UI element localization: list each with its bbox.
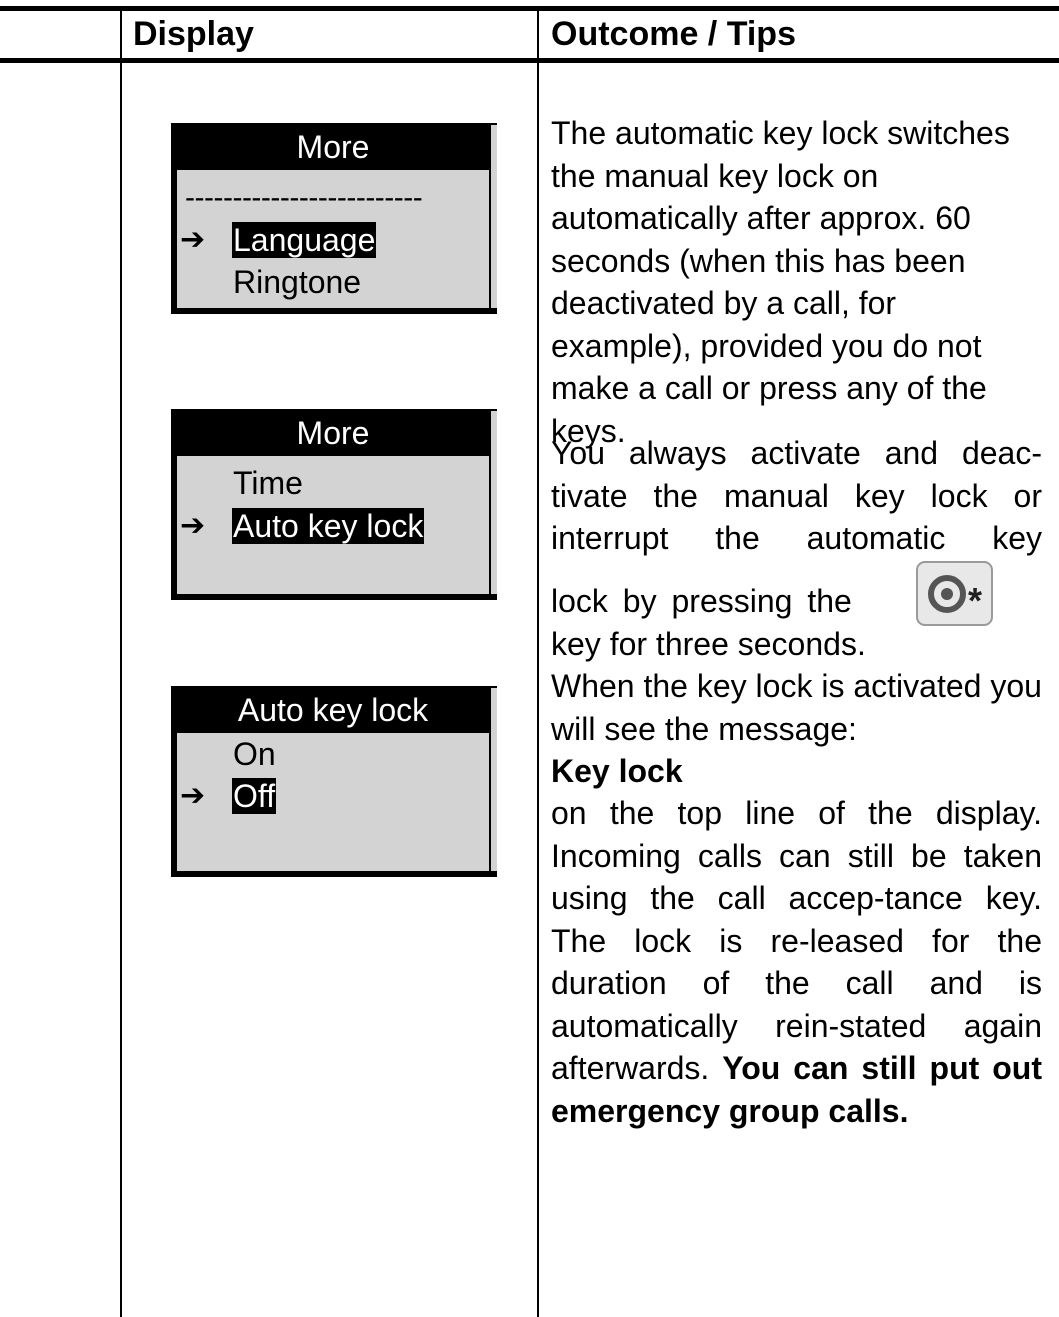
selection-arrow-icon: ➔ <box>180 779 206 812</box>
column-header-display: Display <box>133 15 254 53</box>
screen-title: More <box>177 411 489 456</box>
tip-paragraph-activated: When the key lock is activated you will … <box>551 668 1042 747</box>
key-lock-message: Key lock <box>551 753 683 789</box>
menu-item-ringtone: Ringtone <box>233 264 362 300</box>
selection-arrow-icon: ➔ <box>180 223 206 256</box>
table-top-rule <box>0 6 1059 11</box>
tip-paragraph-auto-lock: The automatic key lock switches the manu… <box>551 115 1010 449</box>
column-header-outcome: Outcome / Tips <box>551 15 796 53</box>
tip-paragraph-three-seconds: key for three seconds. <box>551 626 866 662</box>
tip-paragraph-activate: You always activate and deac-tivate the … <box>551 435 1042 556</box>
screen-title: Auto key lock <box>177 688 489 733</box>
tip-paragraph-incoming-calls: on the top line of the display. Incoming… <box>551 795 1043 1129</box>
screen-title: More <box>177 125 489 170</box>
option-off: Off <box>232 778 277 814</box>
menu-item-time: Time <box>233 465 303 501</box>
tip-paragraph-pressing: lock by pressing the <box>551 583 852 619</box>
lock-key-icon: * <box>916 561 993 626</box>
screen-separator: ------------------------- <box>185 181 423 214</box>
menu-item-language: Language <box>232 222 377 258</box>
display-screen-more-auto-key-lock: More Time ➔ Auto key lock <box>171 409 497 600</box>
option-on: On <box>233 736 276 772</box>
display-screen-auto-key-lock-options: Auto key lock On ➔ Off <box>171 686 497 877</box>
menu-item-auto-key-lock: Auto key lock <box>232 508 425 544</box>
selection-arrow-icon: ➔ <box>180 509 206 542</box>
column-divider-left <box>120 6 122 1317</box>
display-screen-more-language: More ------------------------- ➔ Languag… <box>171 123 497 314</box>
table-header-rule <box>0 58 1059 63</box>
column-divider-right <box>537 6 539 1317</box>
